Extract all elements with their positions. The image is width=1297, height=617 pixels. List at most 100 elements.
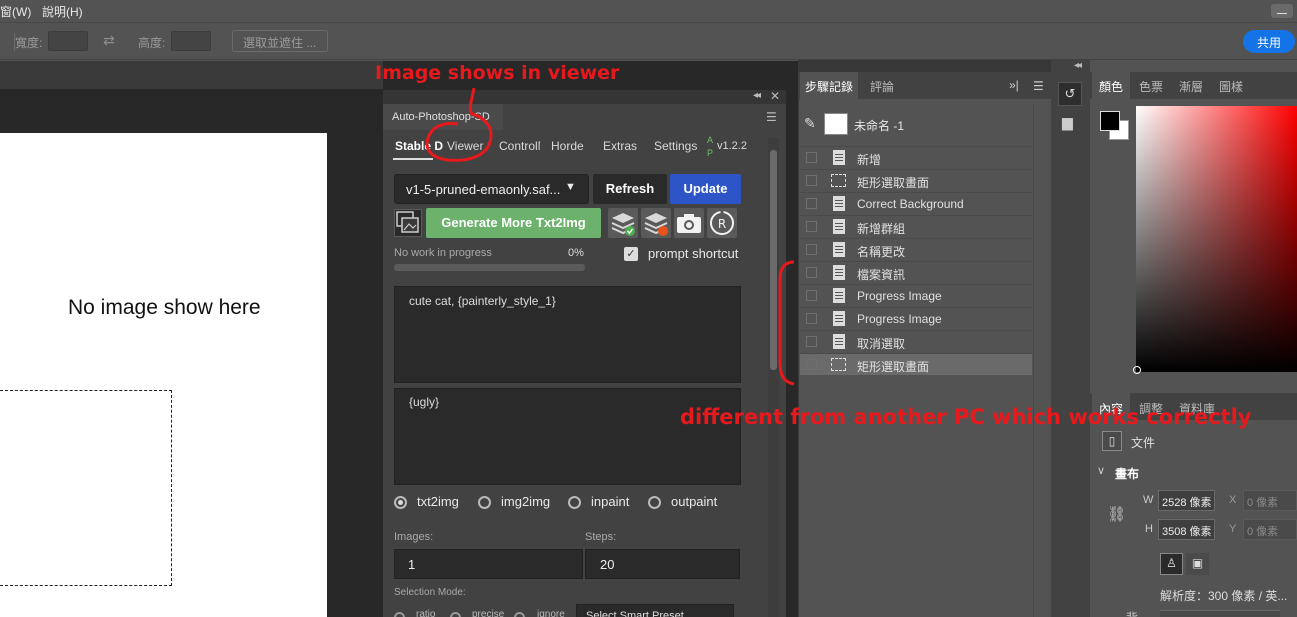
tab-patterns[interactable]: 圖樣 [1219,78,1243,95]
history-item[interactable]: 新增 [800,146,1032,168]
tab-color[interactable]: 顏色 [1092,72,1130,99]
document-icon [833,219,845,234]
generate-button[interactable]: Generate More Txt2Img [426,208,601,238]
history-item[interactable]: 矩形選取畫面 [800,169,1032,191]
portrait-orientation-button[interactable]: ♙ [1160,553,1183,575]
annotation-pc-note: different from another PC which works co… [680,405,1252,429]
link-icon[interactable]: ⛓ [1107,505,1126,523]
radio-txt2img[interactable] [394,496,407,509]
prompt-text: cute cat, {painterly_style_1} [409,294,556,308]
canvas-width-field[interactable]: 2528 像素 [1158,490,1215,511]
history-item[interactable]: Correct Background [800,192,1032,214]
tab-stable-diffusion[interactable]: Stable D [395,139,443,153]
selection-mode-label: Selection Mode: [394,587,466,598]
panel-menu-icon[interactable]: ☰ [766,110,777,124]
canvas-text: No image show here [68,296,261,319]
history-source-checkbox[interactable] [806,152,817,163]
history-source-checkbox[interactable] [806,267,817,278]
mode-label-img2img: img2img [501,494,551,509]
history-source-checkbox[interactable] [806,290,817,301]
minimize-button[interactable] [1271,4,1293,18]
snapshot-thumbnail[interactable] [824,113,848,135]
radio-ratio[interactable] [394,612,405,617]
history-brush-icon[interactable]: ✎ [804,115,816,132]
tab-settings[interactable]: Settings [654,139,697,153]
y-label: Y [1229,523,1237,535]
images-label: Images: [394,531,434,543]
width-field[interactable] [48,31,88,51]
foreground-color-swatch[interactable] [1100,111,1120,131]
camera-icon[interactable] [674,208,704,238]
plugin-scrollbar-thumb[interactable] [770,150,777,370]
history-item-label: 矩形選取畫面 [857,176,930,190]
tab-controlnet[interactable]: ControlN [499,139,540,153]
update-button[interactable]: Update [670,174,741,204]
height-field[interactable] [171,31,211,51]
width-label: 寬度: [15,36,43,50]
y-field[interactable]: 0 像素 [1243,519,1297,540]
history-item[interactable]: 檔案資訊 [800,261,1032,283]
tab-swatches[interactable]: 色票 [1139,78,1163,95]
active-tab-indicator [393,158,433,160]
select-and-mask-button[interactable]: 選取並遮住 ... [232,30,328,52]
tab-comments[interactable]: 評論 [870,78,894,95]
radio-inpaint[interactable] [568,496,581,509]
tab-history[interactable]: 步驟記錄 [800,72,858,99]
collapse-icon[interactable]: ◂◂ [753,90,761,101]
history-source-checkbox[interactable] [806,313,817,324]
model-select[interactable]: v1-5-pruned-emaonly.saf... [394,174,589,204]
panel-menu-icon[interactable]: ☰ [1033,79,1044,93]
swap-icon[interactable]: ⇄ [103,32,115,49]
refresh-button[interactable]: Refresh [593,174,667,204]
history-source-checkbox[interactable] [806,359,817,370]
layers-check-icon[interactable] [608,208,638,238]
history-source-checkbox[interactable] [806,336,817,347]
chevron-down-icon[interactable]: ▼ [565,181,576,193]
expand-icon[interactable]: »| [1009,78,1019,92]
steps-input[interactable]: 20 [585,549,740,579]
history-icon[interactable]: ↺ [1058,82,1082,106]
history-source-checkbox[interactable] [806,198,817,209]
color-picker-handle[interactable] [1133,366,1141,374]
chevron-down-icon[interactable]: ∨ [1097,464,1105,477]
landscape-orientation-button[interactable]: ▣ [1186,553,1209,575]
mode-select[interactable] [1160,610,1280,617]
history-item[interactable]: Progress Image [800,284,1032,306]
layers-delete-icon[interactable] [641,208,671,238]
color-picker-field[interactable] [1136,106,1297,372]
menu-window[interactable]: 窗(W) [0,3,31,20]
comment-icon[interactable]: ▆ [1062,114,1073,131]
smart-preset-select[interactable]: Select Smart Preset [576,604,734,617]
radio-img2img[interactable] [478,496,491,509]
tab-extras[interactable]: Extras [603,139,637,153]
collapse-icon[interactable]: ◂◂ [1074,60,1082,71]
history-item[interactable]: 名稱更改 [800,238,1032,260]
prompt-shortcut-checkbox[interactable]: ✓ [624,247,638,261]
tab-gradients[interactable]: 漸層 [1179,78,1203,95]
history-source-checkbox[interactable] [806,175,817,186]
radio-precise[interactable] [450,612,461,617]
radio-outpaint[interactable] [648,496,661,509]
history-item[interactable]: 新增群組 [800,215,1032,237]
history-source-checkbox[interactable] [806,221,817,232]
reset-icon[interactable]: R [707,208,737,238]
history-scrollbar[interactable] [1033,104,1051,617]
tab-viewer[interactable]: Viewer [447,139,483,153]
share-button[interactable]: 共用 [1243,30,1295,53]
tab-horde[interactable]: Horde [551,139,584,153]
history-source-checkbox[interactable] [806,244,817,255]
history-item[interactable]: 取消選取 [800,330,1032,352]
negative-prompt-textarea[interactable] [394,388,741,485]
images-input[interactable]: 1 [394,549,583,579]
snapshot-label[interactable]: 未命名 -1 [854,117,904,134]
image-icon[interactable] [394,209,422,237]
radio-ignore[interactable] [514,612,525,617]
close-icon[interactable]: ✕ [770,89,780,103]
x-field[interactable]: 0 像素 [1243,490,1297,511]
menu-help[interactable]: 說明(H) [42,3,83,20]
annotation-viewer-note: Image shows in viewer [375,62,620,84]
history-item[interactable]: Progress Image [800,307,1032,329]
history-item[interactable]: 矩形選取畫面 [800,353,1032,375]
plugin-panel-header [383,90,786,104]
canvas-height-field[interactable]: 3508 像素 [1158,519,1215,540]
